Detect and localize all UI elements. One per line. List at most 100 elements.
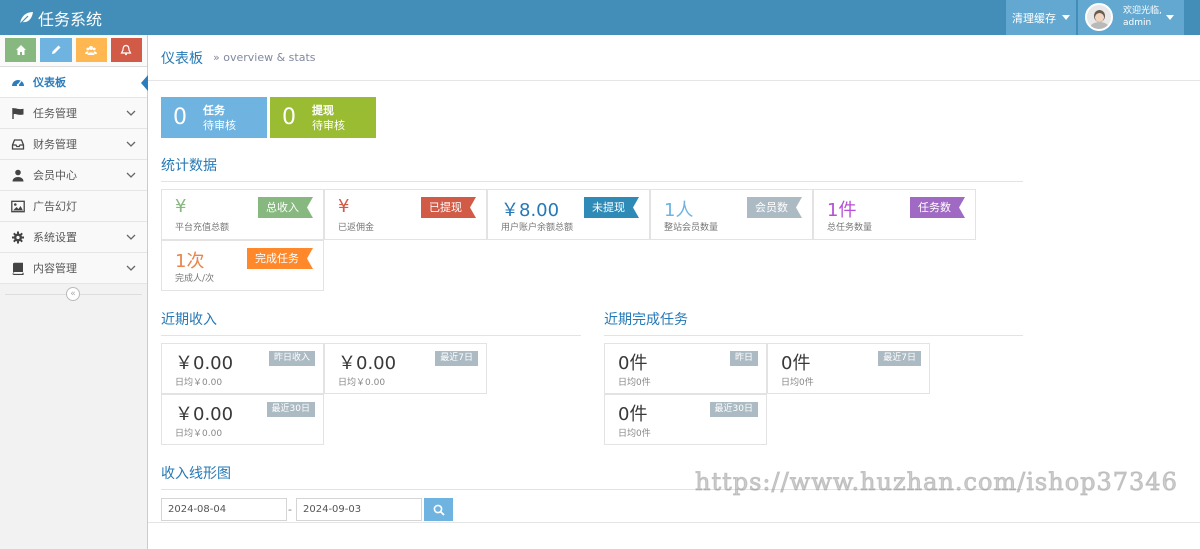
stat-desc: 完成人/次 xyxy=(175,274,215,284)
brand[interactable]: 任务系统 xyxy=(18,6,102,30)
stat-card-members: 1人 整站会员数量 会员数 xyxy=(650,189,813,240)
chevron-down-icon xyxy=(126,110,136,116)
end-date-input[interactable]: 2024-09-03 xyxy=(296,498,422,521)
tasks-desc: 日均0件 xyxy=(781,378,814,388)
user-welcome: 欢迎光临, admin xyxy=(1123,5,1162,29)
pending-count: 0 xyxy=(173,105,187,130)
book-icon xyxy=(10,261,26,275)
income-value: ￥0.00 xyxy=(175,404,234,425)
income-badge: 最近30日 xyxy=(266,402,315,417)
chevron-down-icon xyxy=(126,141,136,147)
sidebar-item-finance[interactable]: 财务管理 xyxy=(0,129,147,160)
welcome-text: 欢迎光临, xyxy=(1123,6,1162,16)
tasks-card-7days: 0件 日均0件 最近7日 xyxy=(767,343,930,394)
stat-tag: 总收入 xyxy=(258,197,313,218)
tasks-badge: 最近30日 xyxy=(709,402,758,417)
pending-tasks-box[interactable]: 0 任务 待审核 xyxy=(161,97,267,138)
start-date-input[interactable]: 2024-08-04 xyxy=(161,498,287,521)
sidebar-collapse-button[interactable]: « xyxy=(66,287,80,301)
top-navbar: 任务系统 清理缓存 欢迎光临, admin xyxy=(0,0,1200,35)
sidebar-item-label: 会员中心 xyxy=(33,169,77,182)
sidebar-collapse-bar: « xyxy=(0,284,147,304)
clear-cache-label: 清理缓存 xyxy=(1012,11,1056,25)
income-section-title: 近期收入 xyxy=(161,309,581,336)
clear-cache-button[interactable]: 清理缓存 xyxy=(1006,0,1076,35)
stat-desc: 用户账户余额总额 xyxy=(501,223,574,233)
flag-icon xyxy=(10,106,26,120)
stat-desc: 平台充值总额 xyxy=(175,223,230,233)
stat-value: 1人 xyxy=(664,200,694,221)
stat-card-total-income: ¥ 平台充值总额 总收入 xyxy=(161,189,324,240)
gear-icon xyxy=(10,230,26,244)
sidebar: 仪表板 任务管理 财务管理 会员中心 广告幻灯 系统设置 内容管理 « xyxy=(0,35,148,549)
search-icon xyxy=(433,504,445,516)
pending-title: 任务 xyxy=(203,103,225,117)
dashboard-icon xyxy=(10,75,26,89)
inbox-icon xyxy=(10,137,26,151)
tasks-value: 0件 xyxy=(618,353,648,374)
tasks-section-title: 近期完成任务 xyxy=(604,309,1023,336)
sidebar-shortcuts xyxy=(0,35,147,67)
tasks-badge: 昨日 xyxy=(729,351,758,366)
sidebar-item-label: 财务管理 xyxy=(33,138,77,151)
home-shortcut-button[interactable] xyxy=(5,38,37,62)
stats-section-title: 统计数据 xyxy=(161,155,1023,182)
income-badge: 昨日收入 xyxy=(268,351,315,366)
income-value: ￥0.00 xyxy=(175,353,234,374)
stat-tag: 任务数 xyxy=(910,197,965,218)
caret-down-icon xyxy=(1166,15,1174,20)
sidebar-item-members[interactable]: 会员中心 xyxy=(0,160,147,191)
leaf-icon xyxy=(19,12,33,25)
users-icon xyxy=(85,46,98,55)
tasks-value: 0件 xyxy=(618,404,648,425)
home-icon xyxy=(15,45,26,55)
bell-icon xyxy=(120,44,132,56)
sidebar-item-label: 任务管理 xyxy=(33,107,77,120)
avatar xyxy=(1085,3,1113,31)
stat-desc: 总任务数量 xyxy=(827,223,873,233)
stat-desc: 已返佣金 xyxy=(338,223,375,233)
pending-count: 0 xyxy=(282,105,296,130)
chevron-down-icon xyxy=(126,234,136,240)
watermark: https://www.huzhan.com/ishop37346 xyxy=(695,468,1178,497)
notifications-shortcut-button[interactable] xyxy=(110,38,142,62)
stat-value: ￥8.00 xyxy=(501,200,560,221)
user-icon xyxy=(10,168,26,182)
pencil-icon xyxy=(51,45,61,54)
sidebar-item-content[interactable]: 内容管理 xyxy=(0,253,147,284)
sidebar-item-label: 广告幻灯 xyxy=(33,200,77,213)
stat-tag: 完成任务 xyxy=(247,248,313,269)
pending-withdrawals-box[interactable]: 0 提现 待审核 xyxy=(270,97,376,138)
search-button[interactable] xyxy=(424,498,453,521)
users-shortcut-button[interactable] xyxy=(75,38,107,62)
sidebar-item-tasks[interactable]: 任务管理 xyxy=(0,98,147,129)
income-desc: 日均￥0.00 xyxy=(175,429,223,439)
income-badge: 最近7日 xyxy=(435,351,478,366)
sidebar-item-label: 仪表板 xyxy=(33,76,66,89)
sidebar-nav: 仪表板 任务管理 财务管理 会员中心 广告幻灯 系统设置 内容管理 xyxy=(0,67,148,284)
date-separator: - xyxy=(288,503,292,516)
sidebar-item-dashboard[interactable]: 仪表板 xyxy=(0,67,148,98)
brand-name: 任务系统 xyxy=(38,10,103,29)
tasks-card-yesterday: 0件 日均0件 昨日 xyxy=(604,343,767,394)
tasks-badge: 最近7日 xyxy=(878,351,921,366)
page-subtitle: » overview & stats xyxy=(213,51,316,64)
sidebar-item-slides[interactable]: 广告幻灯 xyxy=(0,191,147,222)
chevron-down-icon xyxy=(126,265,136,271)
stat-card-balance: ￥8.00 用户账户余额总额 未提现 xyxy=(487,189,650,240)
stat-value: 1次 xyxy=(175,251,205,272)
stat-tag: 会员数 xyxy=(747,197,802,218)
breadcrumb: 仪表板 » overview & stats xyxy=(148,35,1200,81)
pending-title: 提现 xyxy=(312,103,334,117)
caret-down-icon xyxy=(1062,15,1070,20)
divider xyxy=(148,522,1200,523)
page-title: 仪表板 xyxy=(161,50,203,67)
sidebar-item-settings[interactable]: 系统设置 xyxy=(0,222,147,253)
edit-shortcut-button[interactable] xyxy=(40,38,72,62)
picture-icon xyxy=(10,199,26,213)
stat-card-completed: 1次 完成人/次 完成任务 xyxy=(161,240,324,291)
pending-sub: 待审核 xyxy=(203,118,236,132)
user-menu[interactable]: 欢迎光临, admin xyxy=(1078,0,1184,35)
income-desc: 日均￥0.00 xyxy=(338,378,386,388)
tasks-desc: 日均0件 xyxy=(618,429,651,439)
